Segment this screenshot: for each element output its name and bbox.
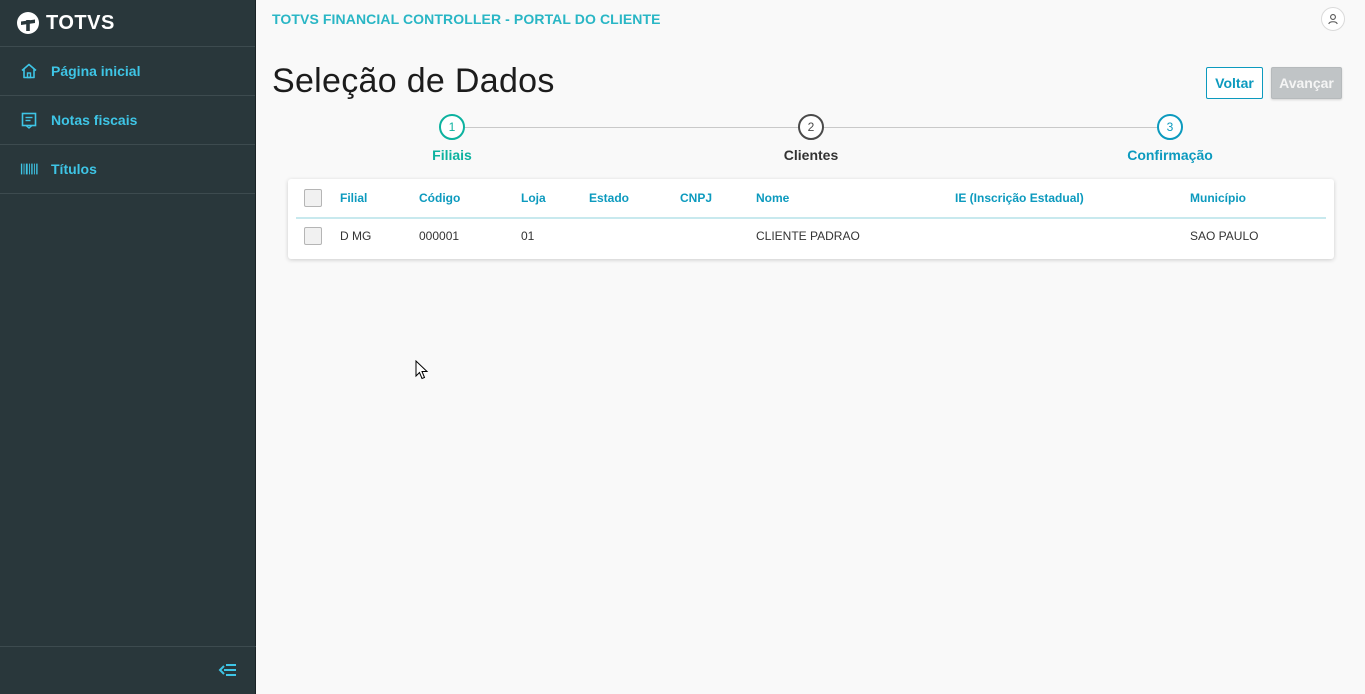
back-button[interactable]: Voltar: [1206, 67, 1263, 99]
app-title: TOTVS FINANCIAL CONTROLLER - PORTAL DO C…: [272, 11, 661, 27]
collapse-menu-icon[interactable]: [218, 660, 238, 680]
cell-loja: 01: [521, 229, 535, 243]
sidebar-item-label: Títulos: [51, 161, 97, 177]
column-header-loja[interactable]: Loja: [521, 179, 546, 217]
column-header-estado[interactable]: Estado: [589, 179, 629, 217]
step-label: Clientes: [783, 147, 839, 163]
step-number: 1: [439, 114, 465, 140]
step-number: 3: [1157, 114, 1183, 140]
step-confirmacao[interactable]: 3 Confirmação: [1090, 114, 1250, 163]
home-icon: [20, 62, 38, 80]
cell-nome: CLIENTE PADRAO: [756, 229, 860, 243]
user-avatar[interactable]: [1321, 7, 1345, 31]
column-header-ie[interactable]: IE (Inscrição Estadual): [955, 179, 1084, 217]
invoice-icon: [20, 111, 38, 129]
step-label: Confirmação: [1127, 147, 1213, 163]
column-header-municipio[interactable]: Município: [1190, 179, 1246, 217]
step-number: 2: [798, 114, 824, 140]
stepper: 1 Filiais 2 Clientes 3 Confirmação: [272, 114, 1350, 174]
barcode-icon: [20, 160, 38, 178]
mouse-cursor-icon: [415, 360, 429, 380]
user-icon: [1328, 14, 1338, 25]
clients-table: Filial Código Loja Estado CNPJ Nome IE (…: [288, 179, 1334, 259]
sidebar-item-label: Notas fiscais: [51, 112, 138, 128]
cell-codigo: 000001: [419, 229, 460, 243]
sidebar: TOTVS Página inicial Notas fiscais Títul…: [0, 0, 256, 694]
cell-municipio: SAO PAULO: [1190, 229, 1259, 243]
step-clientes[interactable]: 2 Clientes: [731, 114, 891, 163]
step-filiais[interactable]: 1 Filiais: [372, 114, 532, 163]
select-all-checkbox[interactable]: [304, 189, 322, 207]
sidebar-item-notas-fiscais[interactable]: Notas fiscais: [0, 96, 255, 145]
row-checkbox[interactable]: [304, 227, 322, 245]
sidebar-item-titulos[interactable]: Títulos: [0, 145, 255, 194]
totvs-logo-icon: [17, 12, 39, 34]
table-header: Filial Código Loja Estado CNPJ Nome IE (…: [296, 179, 1326, 219]
sidebar-footer: [0, 646, 256, 694]
table-row[interactable]: D MG 000001 01 CLIENTE PADRAO SAO PAULO: [296, 219, 1326, 253]
sidebar-item-pagina-inicial[interactable]: Página inicial: [0, 47, 255, 96]
step-label: Filiais: [432, 147, 472, 163]
column-header-codigo[interactable]: Código: [419, 179, 460, 217]
column-header-cnpj[interactable]: CNPJ: [680, 179, 712, 217]
cell-filial: D MG: [340, 229, 372, 243]
page-title: Seleção de Dados: [272, 62, 555, 100]
column-header-nome[interactable]: Nome: [756, 179, 789, 217]
next-button[interactable]: Avançar: [1271, 67, 1342, 99]
brand-name: TOTVS: [46, 11, 115, 34]
brand-logo[interactable]: TOTVS: [0, 0, 255, 47]
sidebar-item-label: Página inicial: [51, 63, 141, 79]
column-header-filial[interactable]: Filial: [340, 179, 367, 217]
